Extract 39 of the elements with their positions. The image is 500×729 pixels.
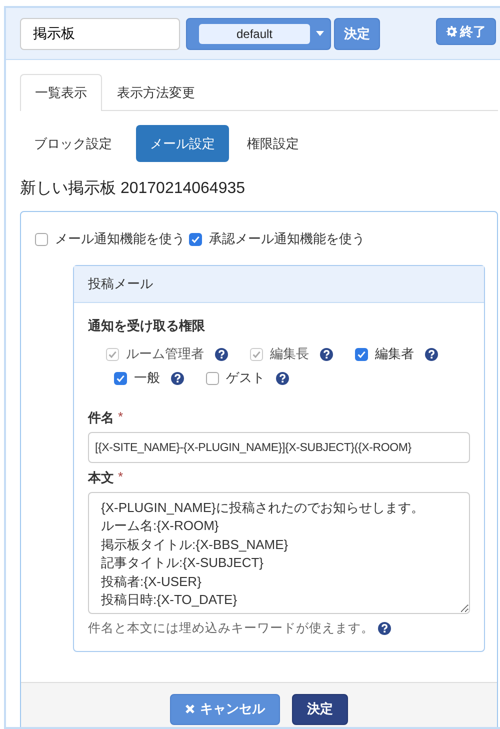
- checkbox[interactable]: [206, 372, 219, 384]
- page-title: 新しい掲示板 20170214064935: [20, 178, 246, 199]
- help-icon[interactable]: [276, 372, 289, 384]
- settings-icon: [446, 26, 457, 37]
- required-mark: *: [118, 469, 124, 486]
- checkbox-label: メール通知機能を使う: [55, 230, 185, 248]
- subject-field[interactable]: [{X-SITE_NAME}-{X-PLUGIN_NAME}]{X-SUBJECT}({X-ROOM}: [88, 432, 470, 463]
- name-field[interactable]: 掲示板: [20, 18, 180, 50]
- help-icon[interactable]: [378, 622, 391, 635]
- submit-button[interactable]: 決定: [292, 694, 348, 724]
- field-label: 通知を受け取る権限: [88, 317, 206, 335]
- checkbox[interactable]: [114, 372, 127, 384]
- checkbox-label: ゲスト: [226, 369, 265, 387]
- checkbox[interactable]: [355, 348, 368, 360]
- frame-select[interactable]: default: [186, 18, 331, 50]
- close-icon: [185, 704, 195, 714]
- checkbox[interactable]: [35, 232, 48, 246]
- panel-heading: 投稿メール: [74, 266, 484, 303]
- caret-icon: [316, 31, 324, 36]
- body-field[interactable]: {X-PLUGIN_NAME}に投稿されたのでお知らせします。 ルーム名:{X-ROOM} 掲示板タイトル:{X-BBS_NAME} 記事タイトル:{X-SUBJECT} 投稿者:{X-USER} 投稿日時:{X-TO_DATE}: [88, 492, 470, 614]
- hint-text: 件名と本文には埋め込みキーワードが使えます。: [88, 620, 374, 637]
- settings-tab[interactable]: ブロック設定: [20, 125, 126, 162]
- checkbox-label: 承認メール通知機能を使う: [209, 230, 365, 248]
- help-icon[interactable]: [171, 372, 184, 384]
- checkbox[interactable]: [189, 232, 202, 246]
- checkbox-label: 編集長: [270, 345, 309, 363]
- checkbox-label: 一般: [134, 369, 160, 387]
- required-mark: *: [118, 409, 124, 426]
- tab[interactable]: 表示方法変更: [102, 74, 210, 111]
- field-label: 件名: [88, 409, 114, 427]
- field-label: 本文: [88, 469, 114, 487]
- settings-tab[interactable]: 権限設定: [233, 125, 313, 162]
- settings-tab[interactable]: メール設定: [136, 125, 229, 162]
- help-icon[interactable]: [320, 348, 333, 360]
- tab[interactable]: 一覧表示: [20, 74, 102, 111]
- help-icon[interactable]: [425, 348, 438, 360]
- help-icon[interactable]: [215, 348, 228, 360]
- checkbox-label: ルーム管理者: [126, 345, 204, 363]
- checkbox-label: 編集者: [375, 345, 414, 363]
